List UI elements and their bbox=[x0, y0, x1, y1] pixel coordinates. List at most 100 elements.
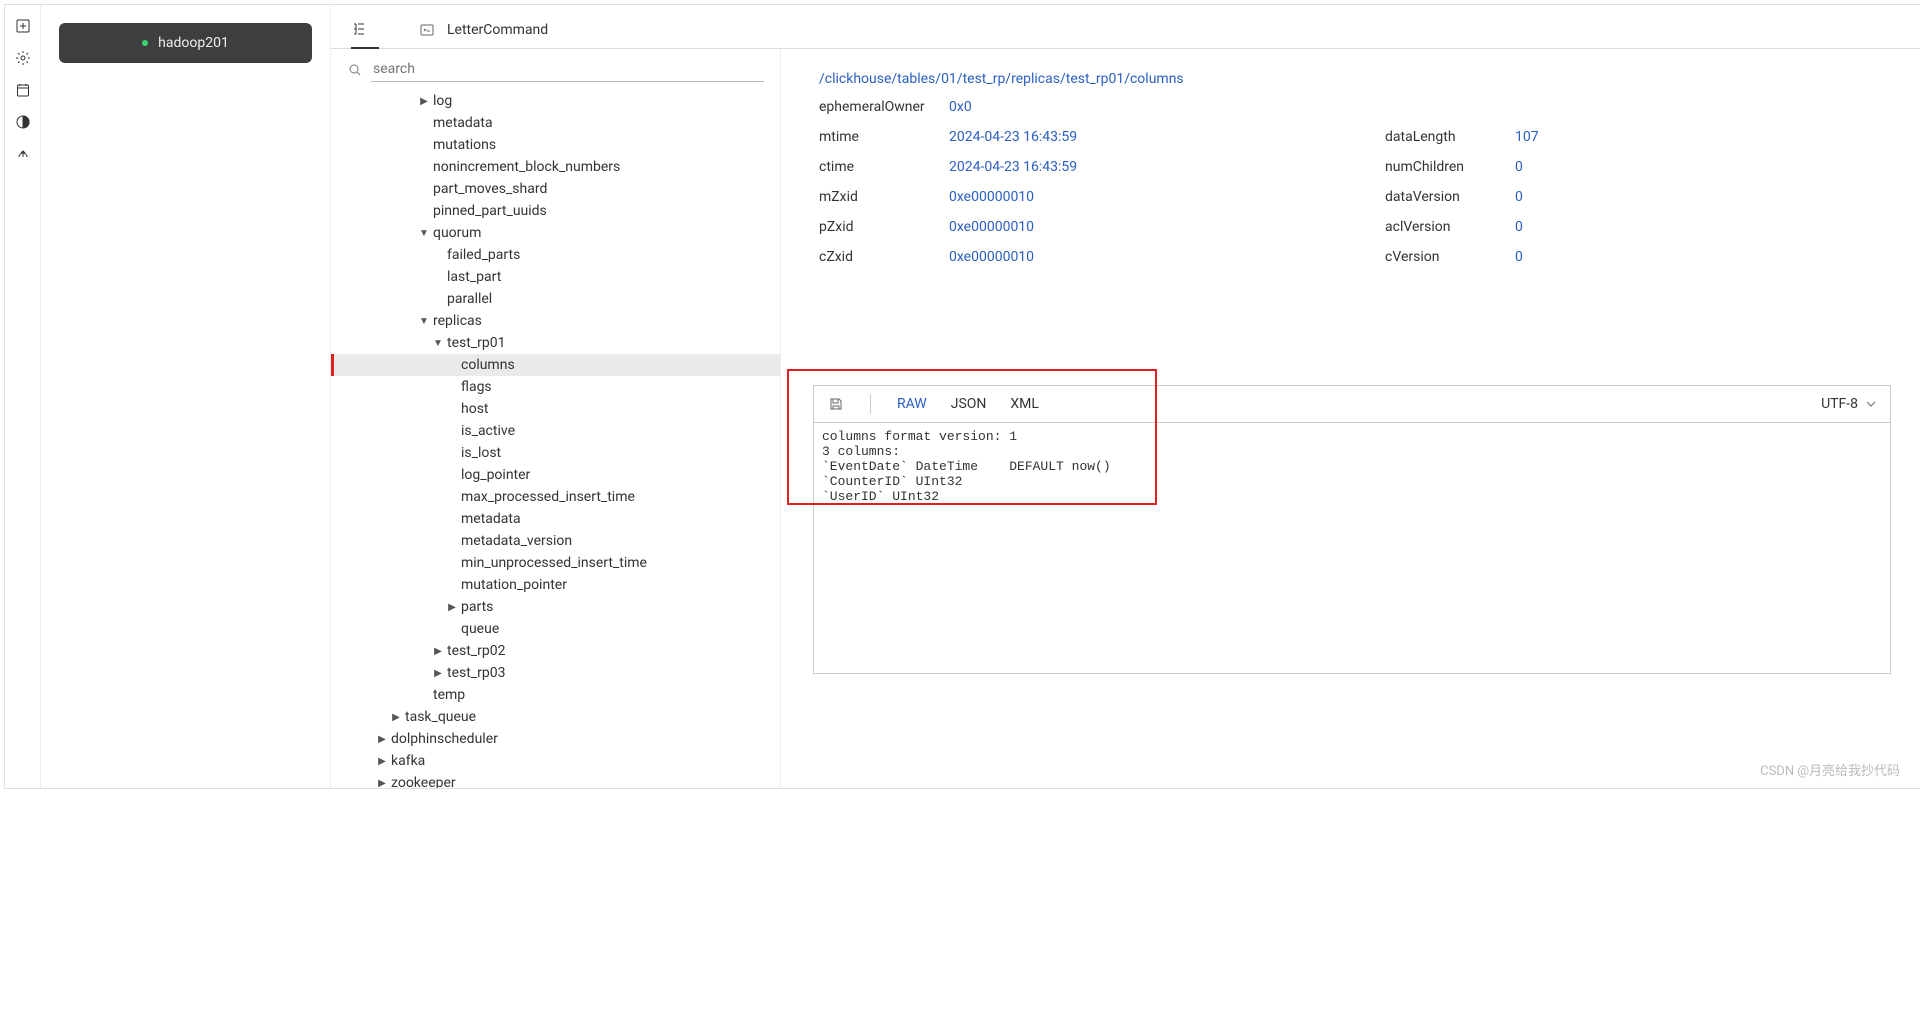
twisty-icon[interactable]: ▼ bbox=[417, 316, 431, 327]
tree-node-label: failed_parts bbox=[445, 247, 520, 263]
twisty-icon[interactable]: ▶ bbox=[375, 734, 389, 745]
tab-letter-command[interactable]: LetterCommand bbox=[419, 12, 548, 48]
tree-node[interactable]: ▼test_rp01 bbox=[331, 332, 780, 354]
connection-chip[interactable]: hadoop201 bbox=[59, 23, 312, 63]
twisty-icon[interactable]: ▶ bbox=[431, 668, 445, 679]
tree-node-label: test_rp03 bbox=[445, 665, 505, 681]
metadata-key: mtime bbox=[819, 129, 929, 145]
metadata-row: pZxid0xe00000010 bbox=[819, 219, 1325, 235]
tree-node[interactable]: min_unprocessed_insert_time bbox=[331, 552, 780, 574]
tree-node[interactable]: columns bbox=[331, 354, 780, 376]
twisty-icon[interactable]: ▶ bbox=[375, 756, 389, 767]
tree-node[interactable]: ▶parts bbox=[331, 596, 780, 618]
twisty-icon[interactable]: ▶ bbox=[389, 712, 403, 723]
sidebar: hadoop201 bbox=[41, 5, 331, 788]
metadata-key: ctime bbox=[819, 159, 929, 175]
tree-node[interactable]: is_active bbox=[331, 420, 780, 442]
theme-icon[interactable] bbox=[14, 113, 32, 131]
metadata-row: dataVersion0 bbox=[1385, 189, 1891, 205]
tree-node[interactable]: ▼replicas bbox=[331, 310, 780, 332]
tree-node[interactable]: part_moves_shard bbox=[331, 178, 780, 200]
metadata-row: dataLength107 bbox=[1385, 129, 1891, 145]
format-json[interactable]: JSON bbox=[951, 396, 987, 412]
tree-node[interactable]: ▶test_rp03 bbox=[331, 662, 780, 684]
metadata-row: aclVersion0 bbox=[1385, 219, 1891, 235]
tree-node[interactable]: parallel bbox=[331, 288, 780, 310]
tree-node[interactable]: mutations bbox=[331, 134, 780, 156]
tree-node[interactable]: temp bbox=[331, 684, 780, 706]
metadata-key: mZxid bbox=[819, 189, 929, 205]
tree-node[interactable]: is_lost bbox=[331, 442, 780, 464]
format-raw[interactable]: RAW bbox=[897, 396, 927, 412]
tree-node[interactable]: metadata bbox=[331, 508, 780, 530]
tree-node-label: replicas bbox=[431, 313, 482, 329]
tab-letter-label: LetterCommand bbox=[447, 22, 548, 38]
metadata-key: cVersion bbox=[1385, 249, 1495, 265]
tree-node[interactable]: log_pointer bbox=[331, 464, 780, 486]
tree-node[interactable]: nonincrement_block_numbers bbox=[331, 156, 780, 178]
tree-node[interactable]: ▶kafka bbox=[331, 750, 780, 772]
tree-node-label: min_unprocessed_insert_time bbox=[459, 555, 647, 571]
tree-node[interactable]: flags bbox=[331, 376, 780, 398]
twisty-icon[interactable]: ▼ bbox=[431, 338, 445, 349]
tree-node-label: mutations bbox=[431, 137, 496, 153]
separator bbox=[870, 394, 871, 414]
tree-node-label: log bbox=[431, 93, 452, 109]
metadata-key: numChildren bbox=[1385, 159, 1495, 175]
tree-pane: ▶logmetadatamutationsnonincrement_block_… bbox=[331, 49, 781, 788]
twisty-icon[interactable]: ▶ bbox=[445, 602, 459, 613]
tree-node[interactable]: ▼quorum bbox=[331, 222, 780, 244]
tree-view[interactable]: ▶logmetadatamutationsnonincrement_block_… bbox=[331, 86, 780, 788]
tree-node[interactable]: metadata_version bbox=[331, 530, 780, 552]
tree-node[interactable]: ▶task_queue bbox=[331, 706, 780, 728]
tree-node[interactable]: failed_parts bbox=[331, 244, 780, 266]
history-icon[interactable] bbox=[14, 81, 32, 99]
tree-node-label: pinned_part_uuids bbox=[431, 203, 547, 219]
tree-node-label: is_lost bbox=[459, 445, 501, 461]
gear-icon[interactable] bbox=[14, 49, 32, 67]
tree-node-label: parallel bbox=[445, 291, 492, 307]
format-xml[interactable]: XML bbox=[1010, 396, 1039, 412]
tab-bar: LetterCommand bbox=[331, 5, 1920, 49]
metadata-value: 107 bbox=[1515, 129, 1539, 145]
tree-node[interactable]: metadata bbox=[331, 112, 780, 134]
tree-node-label: parts bbox=[459, 599, 493, 615]
twisty-icon[interactable]: ▶ bbox=[417, 96, 431, 107]
search-input[interactable] bbox=[371, 57, 764, 82]
twisty-icon[interactable]: ▼ bbox=[417, 228, 431, 239]
tree-node[interactable]: queue bbox=[331, 618, 780, 640]
encoding-select[interactable]: UTF-8 bbox=[1821, 396, 1876, 412]
tab-tree[interactable] bbox=[351, 11, 379, 49]
metadata-row: ctime 2024-04-23 16:43:59 bbox=[819, 159, 1325, 175]
tree-node-label: mutation_pointer bbox=[459, 577, 567, 593]
tree-node[interactable]: ▶dolphinscheduler bbox=[331, 728, 780, 750]
tree-node-label: temp bbox=[431, 687, 465, 703]
tree-node-label: metadata bbox=[431, 115, 493, 131]
data-editor[interactable]: columns format version: 1 3 columns: `Ev… bbox=[813, 422, 1891, 674]
search-icon bbox=[347, 62, 363, 78]
metadata-key: ephemeralOwner bbox=[819, 99, 929, 115]
metadata-value: 2024-04-23 16:43:59 bbox=[949, 159, 1077, 175]
upload-icon[interactable] bbox=[14, 145, 32, 163]
tree-node[interactable]: max_processed_insert_time bbox=[331, 486, 780, 508]
add-icon[interactable] bbox=[14, 17, 32, 35]
tree-node[interactable]: last_part bbox=[331, 266, 780, 288]
tree-node[interactable]: ▶test_rp02 bbox=[331, 640, 780, 662]
metadata-value: 2024-04-23 16:43:59 bbox=[949, 129, 1077, 145]
tree-node-label: log_pointer bbox=[459, 467, 530, 483]
connection-label: hadoop201 bbox=[158, 35, 229, 51]
tree-node[interactable]: ▶log bbox=[331, 90, 780, 112]
tree-node[interactable]: pinned_part_uuids bbox=[331, 200, 780, 222]
save-icon[interactable] bbox=[828, 396, 844, 412]
twisty-icon[interactable]: ▶ bbox=[375, 778, 389, 789]
status-dot-icon bbox=[142, 40, 148, 46]
metadata-value: 0 bbox=[1515, 159, 1523, 175]
tree-node[interactable]: mutation_pointer bbox=[331, 574, 780, 596]
metadata-row: ephemeralOwner0x0 bbox=[819, 99, 1325, 115]
metadata-row: mZxid0xe00000010 bbox=[819, 189, 1325, 205]
tree-node[interactable]: host bbox=[331, 398, 780, 420]
tree-node-label: max_processed_insert_time bbox=[459, 489, 635, 505]
tree-node[interactable]: ▶zookeeper bbox=[331, 772, 780, 788]
tree-node-label: columns bbox=[459, 357, 515, 373]
twisty-icon[interactable]: ▶ bbox=[431, 646, 445, 657]
